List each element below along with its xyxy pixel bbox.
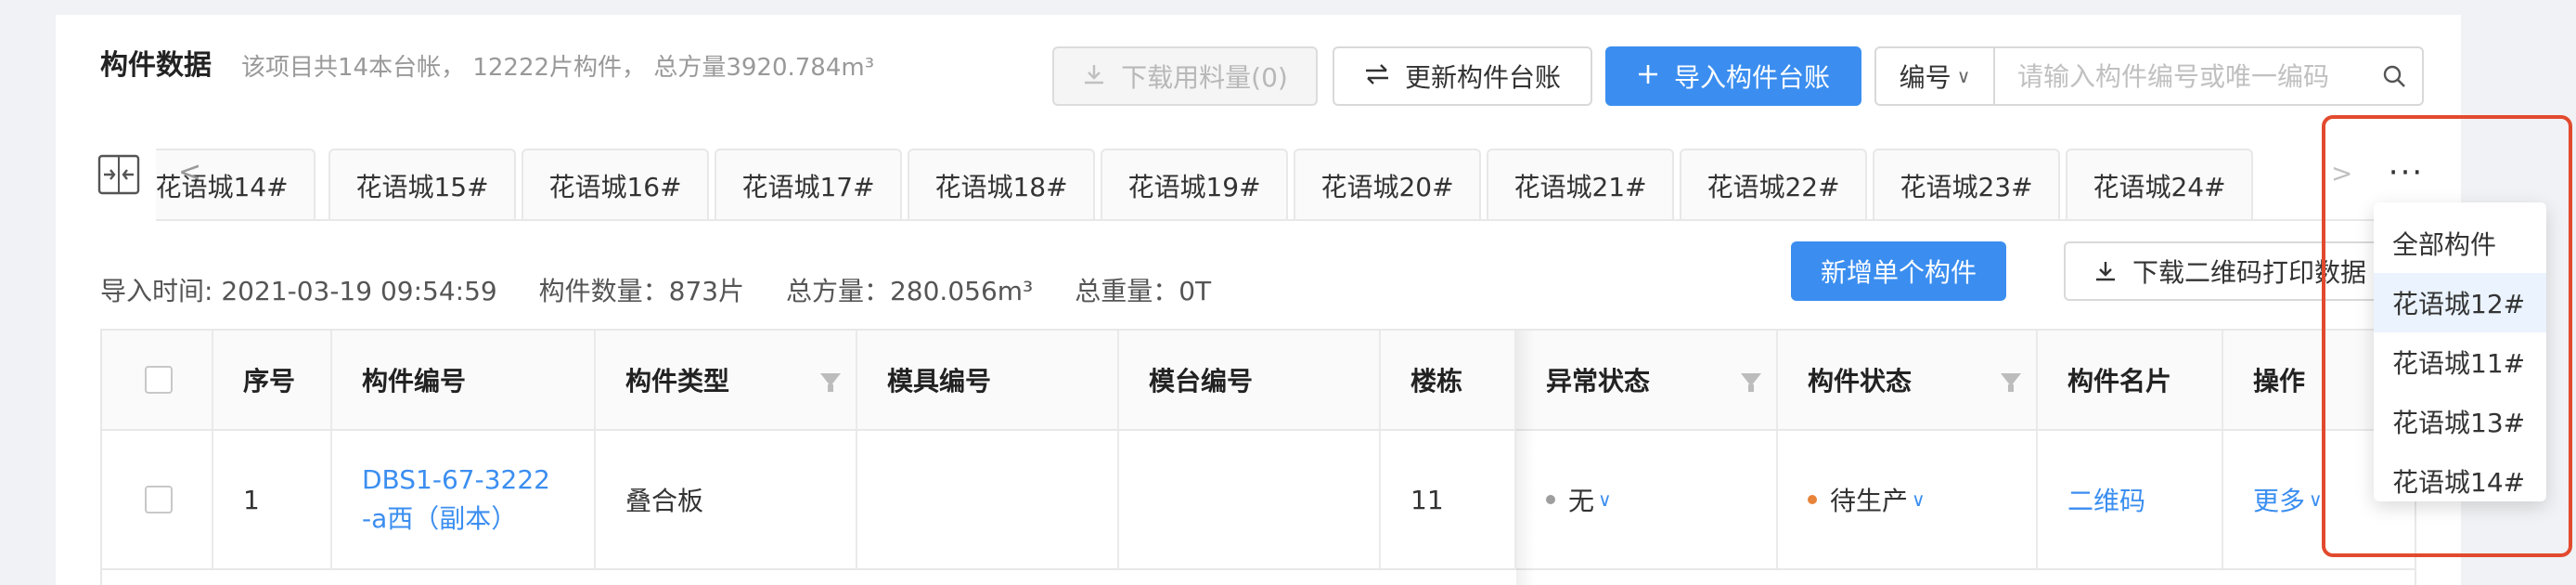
- search-input[interactable]: [1995, 48, 2366, 104]
- qrcode-link[interactable]: 二维码: [2067, 481, 2145, 518]
- tab-ledger[interactable]: 花语城22#: [1680, 149, 1867, 219]
- component-status-value: 待生产: [1830, 486, 1909, 516]
- column-header-label: 异常状态: [1546, 366, 1651, 396]
- row-checkbox[interactable]: [145, 486, 173, 514]
- update-ledger-button[interactable]: 更新构件台账: [1333, 46, 1592, 106]
- search-field-value: 编号: [1899, 62, 1951, 93]
- column-header: 楼栋: [1381, 331, 1516, 429]
- column-header: 模台编号: [1119, 331, 1381, 429]
- search-box: 编号 ∨: [1874, 46, 2424, 106]
- tab-ledger[interactable]: 花语城16#: [522, 149, 709, 219]
- exception-status[interactable]: 无 ∨: [1516, 431, 1778, 568]
- filter-icon[interactable]: [820, 373, 841, 392]
- search-field-select[interactable]: 编号 ∨: [1876, 48, 1995, 104]
- select-all-cell: [102, 331, 213, 429]
- tab-ledger[interactable]: 花语城19#: [1101, 149, 1288, 219]
- dropdown-item[interactable]: 花语城14#: [2374, 451, 2546, 511]
- component-type: 叠合板: [596, 431, 857, 568]
- download-icon: [1082, 62, 1106, 91]
- component-card-cell: 二维码: [2038, 431, 2223, 568]
- tab-ledger[interactable]: 花语城18#: [908, 149, 1095, 219]
- exception-status-value: 无: [1568, 486, 1595, 516]
- chevron-down-icon: ∨: [1598, 488, 1612, 511]
- component-code-cell: DBS1-67-3222 -a西（副本）: [332, 431, 596, 568]
- table-header: 序号 构件编号 构件类型 模具编号 模台编号 楼栋 异常状态 构件状态 构件名片…: [102, 331, 2415, 431]
- column-header-type: 构件类型: [596, 331, 857, 429]
- import-ledger-label: 导入构件台账: [1673, 62, 1830, 93]
- component-data-card: 构件数据 该项目共14本台帐， 12222片构件， 总方量3920.784m³ …: [56, 15, 2461, 585]
- chevron-down-icon: ∨: [1956, 65, 1971, 87]
- tab-ledger[interactable]: 花语城17#: [715, 149, 902, 219]
- plus-icon: [1637, 63, 1659, 90]
- column-header-status: 构件状态: [1778, 331, 2038, 429]
- mold-number: [857, 431, 1119, 568]
- ledger-info: 导入时间: 2021-03-19 09:54:59 构件数量：873片 总方量：…: [100, 271, 1244, 308]
- component-table: 序号 构件编号 构件类型 模具编号 模台编号 楼栋 异常状态 构件状态 构件名片…: [100, 329, 2416, 585]
- update-ledger-label: 更新构件台账: [1404, 62, 1561, 93]
- component-code-line: -a西（副本）: [362, 503, 518, 534]
- tab-scroll-left-icon[interactable]: <: [178, 156, 201, 188]
- column-header-label: 构件类型: [625, 366, 730, 396]
- column-header: 构件编号: [332, 331, 596, 429]
- component-status[interactable]: 待生产 ∨: [1778, 431, 2038, 568]
- tab-ledger[interactable]: 花语城21#: [1487, 149, 1674, 219]
- search-icon[interactable]: [2366, 63, 2422, 89]
- ledger-dropdown-menu: 全部构件 花语城12# 花语城11# 花语城13# 花语城14#: [2374, 202, 2546, 501]
- chevron-down-icon: ∨: [1912, 488, 1926, 511]
- download-usage-button[interactable]: 下载用料量(0): [1052, 46, 1318, 106]
- import-ledger-button[interactable]: 导入构件台账: [1605, 46, 1861, 106]
- dropdown-item-selected[interactable]: 花语城12#: [2374, 273, 2546, 332]
- more-tabs-icon[interactable]: ···: [2370, 147, 2442, 199]
- table-row: 1 DBS1-67-3222 -a西（副本） 叠合板 11 无 ∨ 待生产 ∨: [102, 431, 2415, 570]
- platform-number: [1119, 431, 1381, 568]
- filter-icon[interactable]: [1741, 373, 1761, 392]
- total-weight: 总重量：0T: [1075, 276, 1212, 306]
- column-header-exception: 异常状态: [1516, 331, 1778, 429]
- more-actions-link[interactable]: 更多: [2253, 481, 2305, 518]
- page-title: 构件数据: [100, 49, 212, 82]
- total-volume: 总方量：280.056m³: [785, 276, 1034, 306]
- project-summary: 该项目共14本台帐， 12222片构件， 总方量3920.784m³: [241, 54, 875, 82]
- download-icon: [2093, 259, 2118, 283]
- component-code-link[interactable]: DBS1-67-3222 -a西（副本）: [362, 461, 550, 539]
- select-all-checkbox[interactable]: [145, 366, 173, 394]
- status-dot-icon: [1808, 495, 1817, 504]
- column-header: 构件名片: [2038, 331, 2223, 429]
- tab-scroll-right-icon[interactable]: >: [2331, 158, 2352, 188]
- ledger-tab-strip: 花语城14# 花语城15# 花语城16# 花语城17# 花语城18# 花语城19…: [156, 136, 2390, 221]
- column-header: 模具编号: [857, 331, 1119, 429]
- row-index: 1: [213, 431, 332, 568]
- column-header-label: 构件状态: [1808, 366, 1913, 396]
- tab-ledger[interactable]: 花语城15#: [328, 149, 516, 219]
- status-dot-icon: [1546, 495, 1555, 504]
- tab-ledger[interactable]: 花语城23#: [1873, 149, 2060, 219]
- dropdown-item[interactable]: 花语城13#: [2374, 392, 2546, 451]
- collapse-toggle-icon[interactable]: [97, 152, 141, 197]
- import-time: 导入时间: 2021-03-19 09:54:59: [100, 276, 497, 306]
- row-select-cell: [102, 431, 213, 568]
- download-usage-label: 下载用料量(0): [1121, 62, 1288, 93]
- dropdown-item[interactable]: 花语城11#: [2374, 332, 2546, 392]
- dropdown-item[interactable]: 全部构件: [2374, 214, 2546, 273]
- swap-icon: [1364, 63, 1390, 90]
- add-single-component-button[interactable]: 新增单个构件: [1791, 241, 2006, 301]
- tab-ledger[interactable]: 花语城20#: [1294, 149, 1481, 219]
- building: 11: [1381, 431, 1516, 568]
- chevron-down-icon: ∨: [2309, 488, 2323, 511]
- component-count: 构件数量：873片: [538, 276, 745, 306]
- filter-icon[interactable]: [2001, 373, 2021, 392]
- tab-ledger[interactable]: 花语城24#: [2066, 149, 2253, 219]
- download-qr-label: 下载二维码打印数据: [2132, 257, 2367, 288]
- column-header: 序号: [213, 331, 332, 429]
- component-code-line: DBS1-67-3222: [362, 464, 550, 495]
